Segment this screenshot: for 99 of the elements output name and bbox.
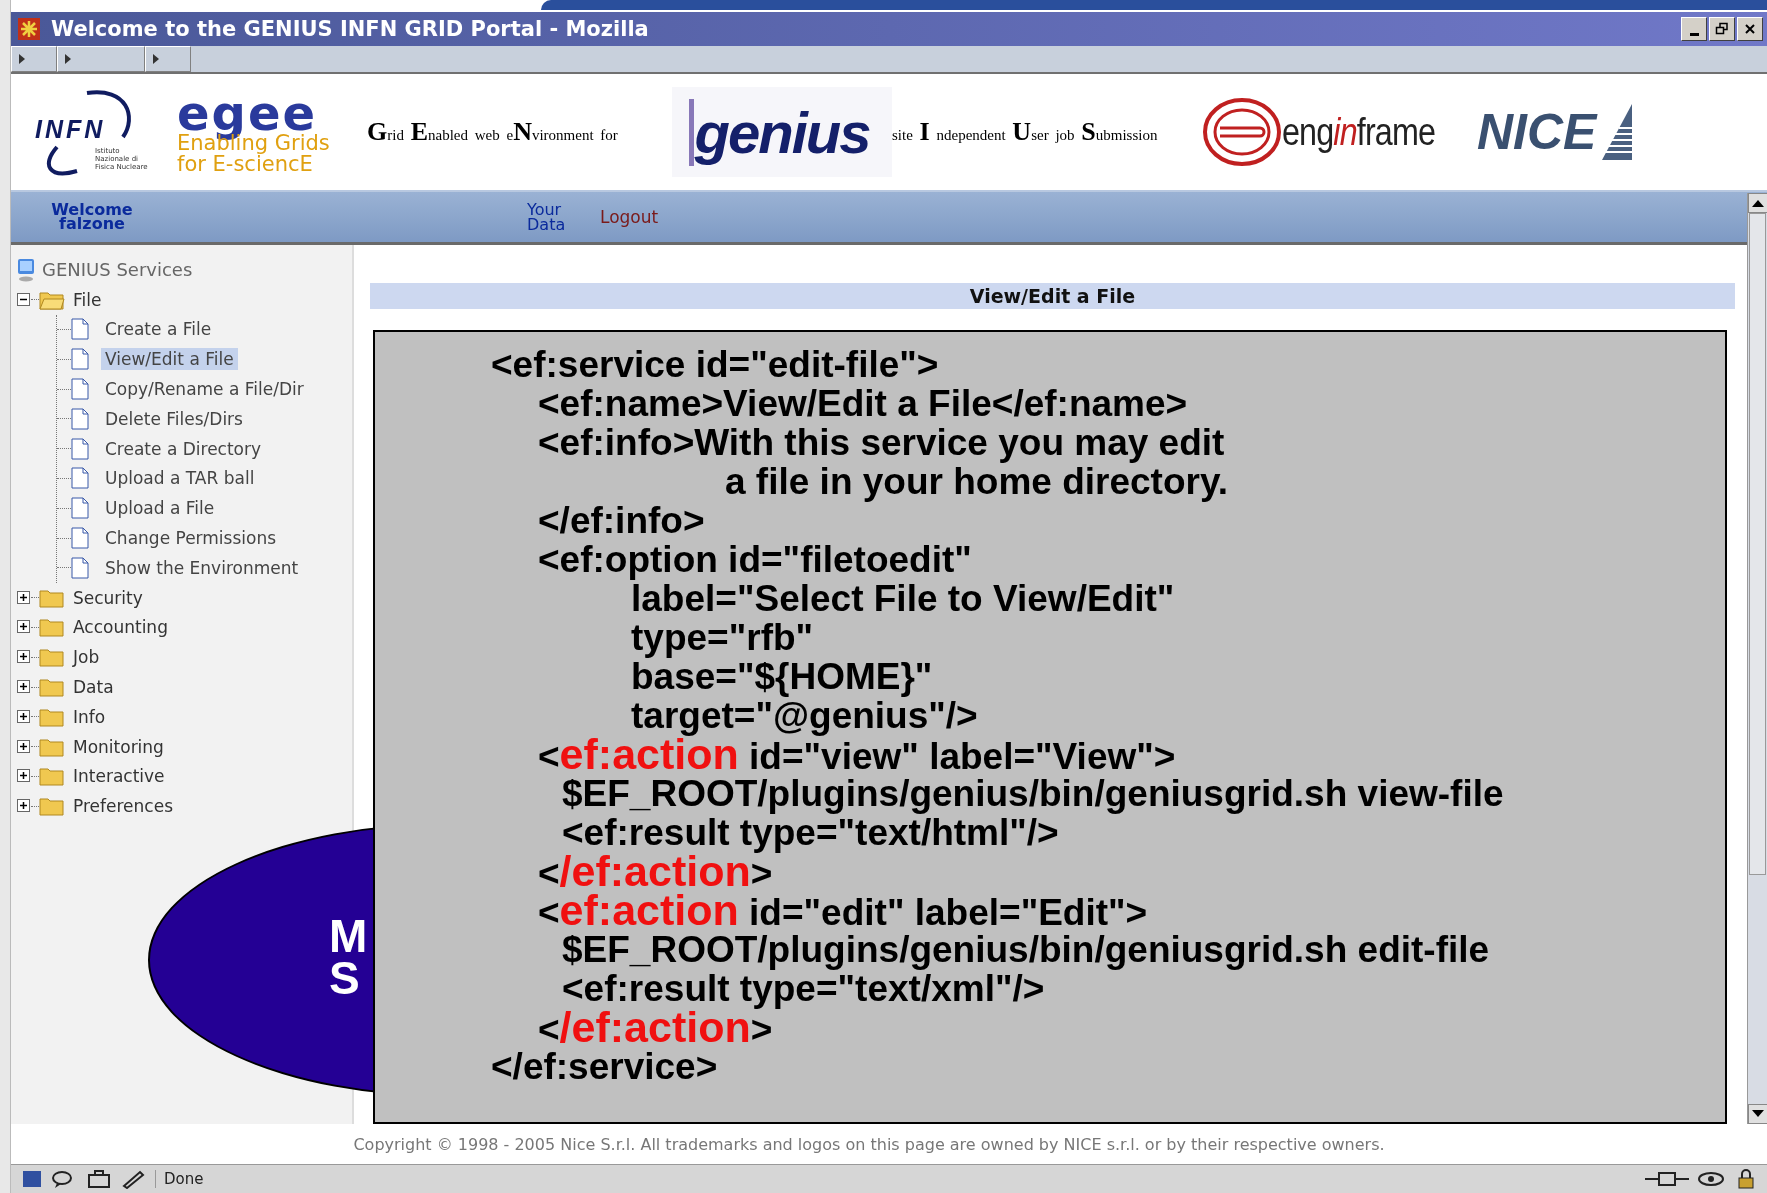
code-line: <ef:info>With this service you may edit bbox=[537, 423, 1226, 462]
eye-icon bbox=[1697, 1170, 1727, 1188]
expand-icon[interactable] bbox=[17, 739, 31, 754]
tree-folder-label[interactable]: File bbox=[73, 289, 102, 310]
scroll-down-icon[interactable] bbox=[1748, 1104, 1767, 1124]
document-icon bbox=[71, 527, 89, 550]
ellipse-text: M S bbox=[329, 915, 368, 999]
briefcase-icon[interactable] bbox=[87, 1169, 113, 1189]
expand-icon[interactable] bbox=[17, 620, 31, 635]
expand-icon[interactable] bbox=[17, 709, 31, 724]
tree-item[interactable]: Upload a File bbox=[101, 497, 219, 520]
tree-item[interactable]: Create a Directory bbox=[101, 437, 266, 460]
code-line: <ef:service id="edit-file"> bbox=[490, 345, 940, 384]
scrollbar[interactable] bbox=[1747, 193, 1767, 1124]
code-line: target="@genius"/> bbox=[630, 696, 979, 735]
restore-icon bbox=[1715, 22, 1729, 36]
code-line: base="${HOME}" bbox=[630, 657, 934, 696]
code-line: $EF_ROOT/plugins/genius/bin/geniusgrid.sh view-file bbox=[561, 774, 1505, 813]
code-line: $EF_ROOT/plugins/genius/bin/geniusgrid.sh edit-file bbox=[561, 930, 1491, 969]
tree-item[interactable]: Show the Environment bbox=[101, 556, 303, 579]
restore-button[interactable] bbox=[1709, 17, 1735, 41]
triangle-icon[interactable] bbox=[152, 53, 160, 65]
document-icon bbox=[71, 437, 89, 460]
document-icon bbox=[71, 378, 89, 401]
app-icon bbox=[17, 17, 41, 41]
code-line: <ef:option id="filetoedit" bbox=[537, 540, 973, 579]
folder-icon bbox=[39, 766, 65, 787]
genius-logo: genius bbox=[672, 87, 892, 177]
document-icon bbox=[71, 467, 89, 490]
tree-root-label[interactable]: GENIUS Services bbox=[42, 259, 193, 281]
code-line: label="Select File to View/Edit" bbox=[631, 579, 1176, 618]
code-line: </ef:action> bbox=[537, 1008, 773, 1047]
tree-folder-label[interactable]: Security bbox=[73, 587, 143, 608]
code-line: <ef:name>View/Edit a File</ef:name> bbox=[537, 384, 1189, 423]
welcome-user-text: Welcome falzone bbox=[50, 203, 134, 231]
your-data-link[interactable]: Your Data bbox=[527, 202, 600, 232]
tree-item[interactable]: View/Edit a File bbox=[101, 348, 238, 371]
expand-icon[interactable] bbox=[17, 769, 31, 784]
document-icon bbox=[71, 318, 89, 341]
tree-item[interactable]: Create a File bbox=[101, 318, 216, 341]
tree-folder-label[interactable]: Preferences bbox=[73, 796, 173, 817]
code-line: <ef:action id="view" label="View"> bbox=[537, 735, 1177, 774]
folder-icon bbox=[39, 736, 65, 757]
tree-item[interactable]: Upload a TAR ball bbox=[101, 467, 259, 490]
tree-folder-label[interactable]: Accounting bbox=[73, 617, 168, 638]
egee-logo: egee Enabling Grids for E-sciencE bbox=[177, 89, 331, 175]
connection-icon bbox=[1645, 1170, 1689, 1188]
window-title: Welcome to the GENIUS INFN GRID Portal - Mozilla bbox=[51, 17, 649, 41]
enginframe-logo: enginframe bbox=[1202, 97, 1477, 167]
folder-icon bbox=[39, 706, 65, 727]
document-icon bbox=[71, 348, 89, 371]
close-button[interactable] bbox=[1737, 17, 1763, 41]
document-icon bbox=[71, 497, 89, 520]
code-line: a file in your home directory. bbox=[724, 462, 1230, 501]
tree-item[interactable]: Change Permissions bbox=[101, 527, 281, 550]
logout-link[interactable]: Logout bbox=[600, 207, 659, 227]
code-line: type="rfb" bbox=[630, 618, 815, 657]
padlock-icon bbox=[1735, 1169, 1757, 1189]
tree-folder-label[interactable]: Data bbox=[73, 677, 114, 698]
tree-folder-label[interactable]: Monitoring bbox=[73, 736, 164, 757]
computer-icon bbox=[16, 257, 36, 282]
scroll-up-icon[interactable] bbox=[1748, 193, 1767, 213]
tree-folder-label[interactable]: Info bbox=[73, 706, 106, 727]
copyright-text: Copyright © 1998 - 2005 Nice S.r.l. All trademarks and logos on this page are owned by NICE s.r.l. or by their respective owners. bbox=[353, 1134, 1385, 1154]
code-line: <ef:action id="edit" label="Edit"> bbox=[537, 891, 1149, 930]
minimize-icon bbox=[1689, 32, 1699, 36]
minimize-button[interactable] bbox=[1681, 17, 1707, 41]
triangle-icon[interactable] bbox=[64, 53, 72, 65]
folder-icon bbox=[39, 289, 65, 310]
code-line: </ef:action> bbox=[537, 852, 773, 891]
folder-icon bbox=[39, 617, 65, 638]
folder-icon bbox=[39, 796, 65, 817]
pen-icon[interactable] bbox=[121, 1169, 147, 1189]
code-line: <ef:result type="text/xml"/> bbox=[561, 969, 1045, 1008]
tree-folder-label[interactable]: Interactive bbox=[73, 766, 165, 787]
tree-item[interactable]: Delete Files/Dirs bbox=[101, 407, 247, 430]
close-icon bbox=[1744, 23, 1756, 35]
expand-icon[interactable] bbox=[17, 799, 31, 814]
folder-icon bbox=[39, 647, 65, 668]
code-line: </ef:info> bbox=[537, 501, 706, 540]
document-icon bbox=[71, 556, 89, 579]
square-icon[interactable] bbox=[21, 1169, 43, 1189]
code-line: </ef:service> bbox=[490, 1047, 719, 1086]
folder-icon bbox=[39, 677, 65, 698]
genius-tagline: Grid Enabled web eNvironment for bbox=[367, 117, 619, 147]
tree-item[interactable]: Copy/Rename a File/Dir bbox=[101, 378, 308, 401]
code-line: <ef:result type="text/html"/> bbox=[561, 813, 1059, 852]
expand-icon[interactable] bbox=[17, 650, 31, 665]
ius-tagline: site I ndependent User job Submission bbox=[892, 117, 1159, 147]
status-text: Done bbox=[155, 1170, 204, 1188]
tree-folder-label[interactable]: Job bbox=[73, 647, 100, 668]
collapse-icon[interactable] bbox=[17, 292, 31, 307]
expand-icon[interactable] bbox=[17, 680, 31, 695]
page-heading: View/Edit a File bbox=[370, 283, 1735, 309]
expand-icon[interactable] bbox=[17, 590, 31, 605]
document-icon bbox=[71, 407, 89, 430]
nice-logo: NICE bbox=[1477, 102, 1635, 162]
folder-icon bbox=[39, 587, 65, 608]
triangle-icon[interactable] bbox=[18, 53, 26, 65]
